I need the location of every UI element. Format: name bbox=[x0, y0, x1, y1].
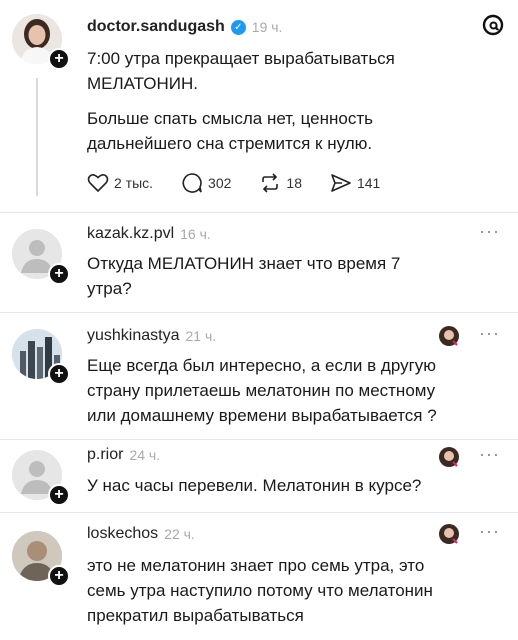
liked-by-author-avatar bbox=[438, 446, 460, 468]
comment-icon bbox=[182, 173, 202, 193]
timestamp: 21 ч. bbox=[185, 328, 217, 344]
username[interactable]: kazak.kz.pvl bbox=[87, 225, 174, 243]
reply-text-line: страну прилетаешь мелатонин по местному bbox=[87, 381, 436, 400]
follow-plus-icon[interactable]: + bbox=[48, 363, 70, 385]
username[interactable]: loskechos bbox=[87, 525, 158, 543]
more-options-icon[interactable]: ··· bbox=[479, 221, 500, 242]
comment-button[interactable]: 302 bbox=[181, 172, 231, 194]
username[interactable]: yushkinastya bbox=[87, 327, 180, 345]
reply-text-line: У нас часы перевели. Мелатонин в курсе? bbox=[87, 476, 422, 495]
username[interactable]: p.rior bbox=[87, 446, 123, 464]
timestamp: 16 ч. bbox=[180, 226, 211, 242]
reply-text: У нас часы перевели. Мелатонин в курсе? bbox=[87, 473, 421, 498]
heart-icon bbox=[87, 174, 109, 193]
timestamp: 22 ч. bbox=[164, 526, 195, 542]
post-text-line: 7:00 утра прекращает вырабатываться bbox=[87, 49, 395, 68]
reply: + yushkinastya 21 ч. ··· Еще всегда был … bbox=[0, 313, 518, 438]
reply-text-line: Еще всегда был интересно, а если в другу… bbox=[87, 356, 437, 375]
follow-plus-icon[interactable]: + bbox=[48, 263, 70, 285]
reply-text: это не мелатонин знает про семь утра, эт… bbox=[87, 553, 433, 628]
comment-count: 302 bbox=[208, 175, 232, 191]
post-text-line: дальнейшего сна стремится к нулю. bbox=[87, 134, 373, 153]
liked-by-author-avatar bbox=[438, 523, 460, 545]
send-icon bbox=[331, 174, 351, 192]
like-button[interactable]: 2 тыс. bbox=[87, 173, 153, 193]
avatar[interactable]: + bbox=[12, 531, 70, 587]
reply-text: Еще всегда был интересно, а если в другу… bbox=[87, 353, 437, 428]
username[interactable]: doctor.sandugash bbox=[87, 18, 225, 36]
reply-text-line: или домашнему времени вырабатывается ? bbox=[87, 406, 437, 425]
avatar[interactable]: + bbox=[12, 329, 70, 385]
reply-text-line: прекратил вырабатываться bbox=[87, 606, 304, 625]
reply: + p.rior 24 ч. ··· У нас часы перевели. … bbox=[0, 440, 518, 510]
repost-icon bbox=[262, 173, 279, 193]
verified-badge-icon: ✓ bbox=[230, 19, 246, 35]
reply: + loskechos 22 ч. ··· это не мелатонин з… bbox=[0, 513, 518, 640]
reply-text: Откуда МЕЛАТОНИН знает что время 7 утра? bbox=[87, 251, 400, 301]
share-button[interactable]: 141 bbox=[330, 173, 380, 193]
liked-by-author-avatar bbox=[438, 325, 460, 347]
avatar[interactable]: + bbox=[12, 14, 70, 70]
reply-text-line: семь утра наступило потому что мелатонин bbox=[87, 581, 433, 600]
more-options-icon[interactable]: ··· bbox=[479, 323, 500, 344]
reply-text-line: это не мелатонин знает про семь утра, эт… bbox=[87, 556, 425, 575]
like-count: 2 тыс. bbox=[114, 175, 154, 191]
follow-plus-icon[interactable]: + bbox=[48, 484, 70, 506]
reply-text-line: Откуда МЕЛАТОНИН знает что время 7 bbox=[87, 254, 401, 273]
more-options-icon[interactable]: ··· bbox=[479, 521, 500, 542]
share-count: 141 bbox=[356, 175, 381, 191]
post-text-line: Больше спать смысла нет, ценность bbox=[87, 109, 373, 128]
more-options-icon[interactable]: ··· bbox=[479, 444, 500, 465]
timestamp: 24 ч. bbox=[129, 447, 161, 463]
post-text-line: МЕЛАТОНИН. bbox=[87, 74, 199, 93]
repost-button[interactable]: 18 bbox=[259, 173, 302, 193]
main-post: + doctor.sandugash ✓ 19 ч. 7:00 утра пре… bbox=[0, 0, 518, 210]
avatar[interactable]: + bbox=[12, 450, 70, 506]
follow-plus-icon[interactable]: + bbox=[48, 565, 70, 587]
follow-plus-icon[interactable]: + bbox=[48, 48, 70, 70]
repost-count: 18 bbox=[286, 175, 302, 191]
reply-text-line: утра? bbox=[87, 279, 132, 298]
avatar[interactable]: + bbox=[12, 229, 70, 285]
thread-line bbox=[36, 78, 38, 196]
timestamp: 19 ч. bbox=[251, 19, 283, 35]
post-text: 7:00 утра прекращает вырабатываться МЕЛА… bbox=[87, 46, 395, 156]
reply: + kazak.kz.pvl 16 ч. ··· Откуда МЕЛАТОНИ… bbox=[0, 213, 518, 311]
